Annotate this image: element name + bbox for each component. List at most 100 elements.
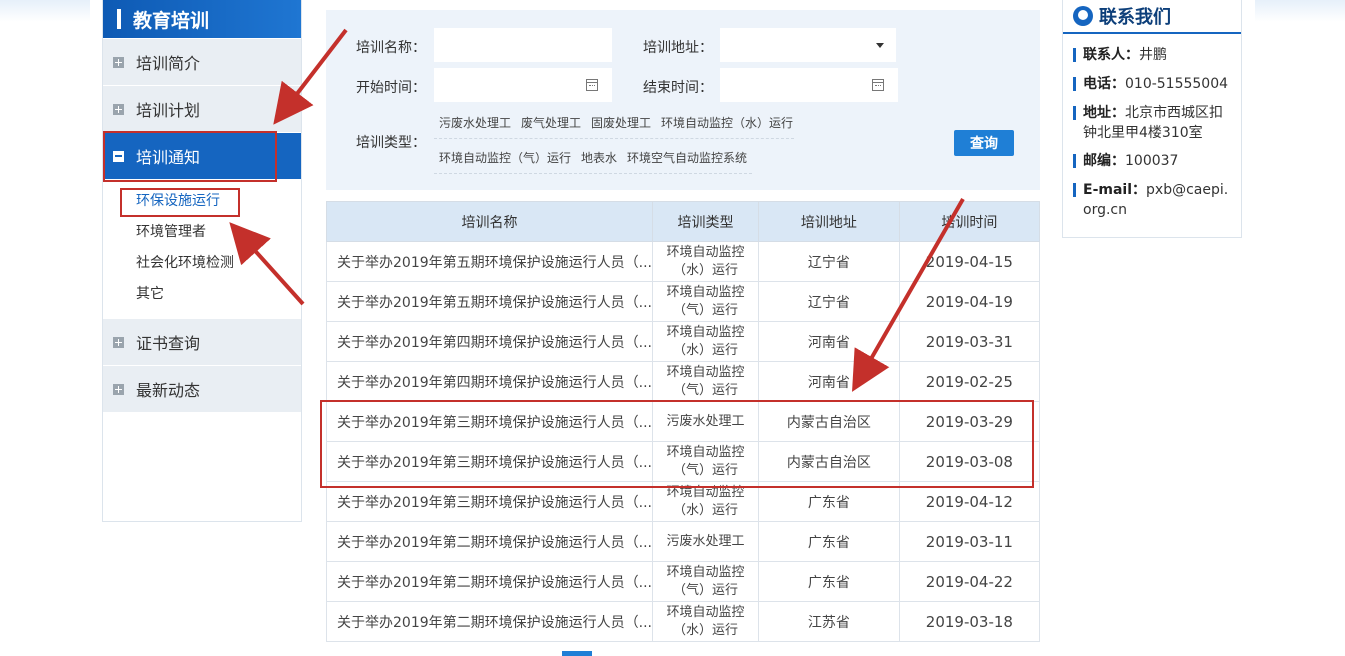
address-label: 培训地址：: [643, 40, 713, 56]
cell-name-link[interactable]: 关于举办2019年第四期环境保护设施运行人员（...: [326, 321, 653, 362]
address-select[interactable]: [720, 28, 896, 62]
contact-person: 联系人：井鹏: [1073, 45, 1233, 65]
type-option[interactable]: 环境自动监控（水）运行: [661, 114, 793, 131]
cell-name-link[interactable]: 关于举办2019年第五期环境保护设施运行人员（...: [326, 241, 653, 282]
cell-date: 2019-02-25: [898, 361, 1041, 402]
contact-address-label: 地址：: [1083, 105, 1125, 121]
plus-icon: [113, 103, 124, 115]
cell-name-link[interactable]: 关于举办2019年第二期环境保护设施运行人员（...: [326, 561, 653, 602]
highlight-box-notice: [103, 131, 277, 182]
training-name-input[interactable]: [434, 28, 612, 62]
highlight-box-rows: [320, 400, 1034, 488]
cell-address: 江苏省: [758, 601, 900, 642]
cell-address: 河南省: [758, 361, 900, 402]
contact-phone: 电话：010-51555004: [1073, 74, 1233, 94]
divider: [434, 138, 794, 139]
cell-name-link[interactable]: 关于举办2019年第五期环境保护设施运行人员（...: [326, 281, 653, 322]
cell-type: 环境自动监控（气）运行: [651, 561, 760, 602]
column-header-name: 培训名称: [326, 201, 653, 242]
calendar-icon[interactable]: [586, 79, 598, 91]
cell-address: 辽宁省: [758, 281, 900, 322]
cell-type: 环境自动监控（水）运行: [651, 241, 760, 282]
sidebar-item-label: 培训计划: [136, 101, 201, 120]
table-row: 关于举办2019年第二期环境保护设施运行人员（... 环境自动监控（气）运行 广…: [326, 561, 1041, 602]
type-option[interactable]: 环境自动监控（气）运行: [439, 149, 571, 166]
plus-icon: [113, 383, 124, 395]
column-header-date: 培训时间: [898, 201, 1041, 242]
contact-zip-label: 邮编：: [1083, 153, 1125, 169]
contact-email-label: E-mail：: [1083, 182, 1147, 198]
column-header-type: 培训类型: [651, 201, 760, 242]
cell-date: 2019-03-11: [898, 521, 1041, 562]
sidebar-subitem-other[interactable]: 其它: [103, 279, 301, 310]
contact-zip: 邮编：100037: [1073, 151, 1233, 171]
cell-name-link[interactable]: 关于举办2019年第四期环境保护设施运行人员（...: [326, 361, 653, 402]
cell-type: 环境自动监控（气）运行: [651, 281, 760, 322]
name-label: 培训名称：: [356, 40, 426, 56]
background-glow-right: [1255, 0, 1345, 22]
contact-phone-value: 010-51555004: [1125, 76, 1229, 92]
query-button[interactable]: 查询: [954, 130, 1014, 156]
cell-type: 环境自动监控（水）运行: [651, 601, 760, 642]
contact-panel: 联系我们 联系人：井鹏 电话：010-51555004 地址：北京市西城区扣钟北…: [1062, 0, 1242, 238]
header-bar-icon: [117, 9, 121, 29]
cell-address: 河南省: [758, 321, 900, 362]
end-date-input[interactable]: [720, 68, 898, 102]
contact-zip-value: 100037: [1125, 153, 1179, 169]
search-panel: 培训名称： 培训地址： 开始时间： 结束时间： 培训类型： 污废水处理工 废气处…: [326, 10, 1040, 190]
type-option[interactable]: 环境空气自动监控系统: [627, 149, 747, 166]
cell-date: 2019-04-19: [898, 281, 1041, 322]
cell-date: 2019-03-31: [898, 321, 1041, 362]
type-option[interactable]: 地表水: [581, 149, 617, 166]
sidebar-item-intro[interactable]: 培训简介: [103, 39, 301, 85]
cell-type: 污废水处理工: [651, 521, 760, 562]
chevron-down-icon: [876, 43, 884, 48]
cell-address: 广东省: [758, 561, 900, 602]
sidebar-subitem-env-manager[interactable]: 环境管理者: [103, 217, 301, 248]
cell-type: 环境自动监控（水）运行: [651, 321, 760, 362]
type-option[interactable]: 固废处理工: [591, 114, 651, 131]
contact-phone-label: 电话：: [1083, 76, 1125, 92]
table-row: 关于举办2019年第四期环境保护设施运行人员（... 环境自动监控（水）运行 河…: [326, 321, 1041, 362]
cell-address: 广东省: [758, 521, 900, 562]
cell-date: 2019-03-18: [898, 601, 1041, 642]
table-row: 关于举办2019年第四期环境保护设施运行人员（... 环境自动监控（气）运行 河…: [326, 361, 1041, 402]
plus-icon: [113, 56, 124, 68]
sidebar-subitem-social-monitoring[interactable]: 社会化环境检测: [103, 248, 301, 279]
divider: [434, 173, 752, 174]
column-header-address: 培训地址: [758, 201, 900, 242]
contact-address: 地址：北京市西城区扣钟北里甲4楼310室: [1073, 103, 1233, 143]
plus-icon: [113, 336, 124, 348]
calendar-icon[interactable]: [872, 79, 884, 91]
start-date-input[interactable]: [434, 68, 612, 102]
table-row: 关于举办2019年第二期环境保护设施运行人员（... 污废水处理工 广东省 20…: [326, 521, 1041, 562]
table-row: 关于举办2019年第五期环境保护设施运行人员（... 环境自动监控（水）运行 辽…: [326, 241, 1041, 282]
cell-name-link[interactable]: 关于举办2019年第二期环境保护设施运行人员（...: [326, 601, 653, 642]
cell-date: 2019-04-15: [898, 241, 1041, 282]
contact-title: 联系我们: [1099, 7, 1171, 28]
table-row: 关于举办2019年第二期环境保护设施运行人员（... 环境自动监控（水）运行 江…: [326, 601, 1041, 642]
type-option[interactable]: 废气处理工: [521, 114, 581, 131]
cell-address: 辽宁省: [758, 241, 900, 282]
contact-email: E-mail：pxb@caepi.org.cn: [1073, 180, 1233, 220]
sidebar-item-news[interactable]: 最新动态: [103, 366, 301, 412]
headset-icon: [1073, 6, 1093, 26]
cell-type: 环境自动监控（气）运行: [651, 361, 760, 402]
cell-name-link[interactable]: 关于举办2019年第二期环境保护设施运行人员（...: [326, 521, 653, 562]
sidebar-item-plan[interactable]: 培训计划: [103, 86, 301, 132]
sidebar-title: 教育培训: [133, 9, 210, 32]
sidebar: 教育培训 培训简介 培训计划 培训通知 环保设施运行 环境管理者 社会化环境检测…: [102, 0, 302, 522]
sidebar-item-certificate[interactable]: 证书查询: [103, 319, 301, 365]
pagination-current[interactable]: [562, 651, 592, 656]
sidebar-header: 教育培训: [103, 0, 301, 38]
contact-header: 联系我们: [1063, 0, 1241, 34]
type-option[interactable]: 污废水处理工: [439, 114, 511, 131]
start-time-label: 开始时间：: [356, 80, 426, 96]
highlight-box-subitem: [120, 188, 240, 217]
contact-person-value: 井鹏: [1139, 47, 1167, 63]
contact-person-label: 联系人：: [1083, 47, 1139, 63]
type-label: 培训类型：: [356, 135, 426, 151]
end-time-label: 结束时间：: [643, 80, 713, 96]
sidebar-item-label: 最新动态: [136, 381, 201, 400]
cell-date: 2019-04-22: [898, 561, 1041, 602]
